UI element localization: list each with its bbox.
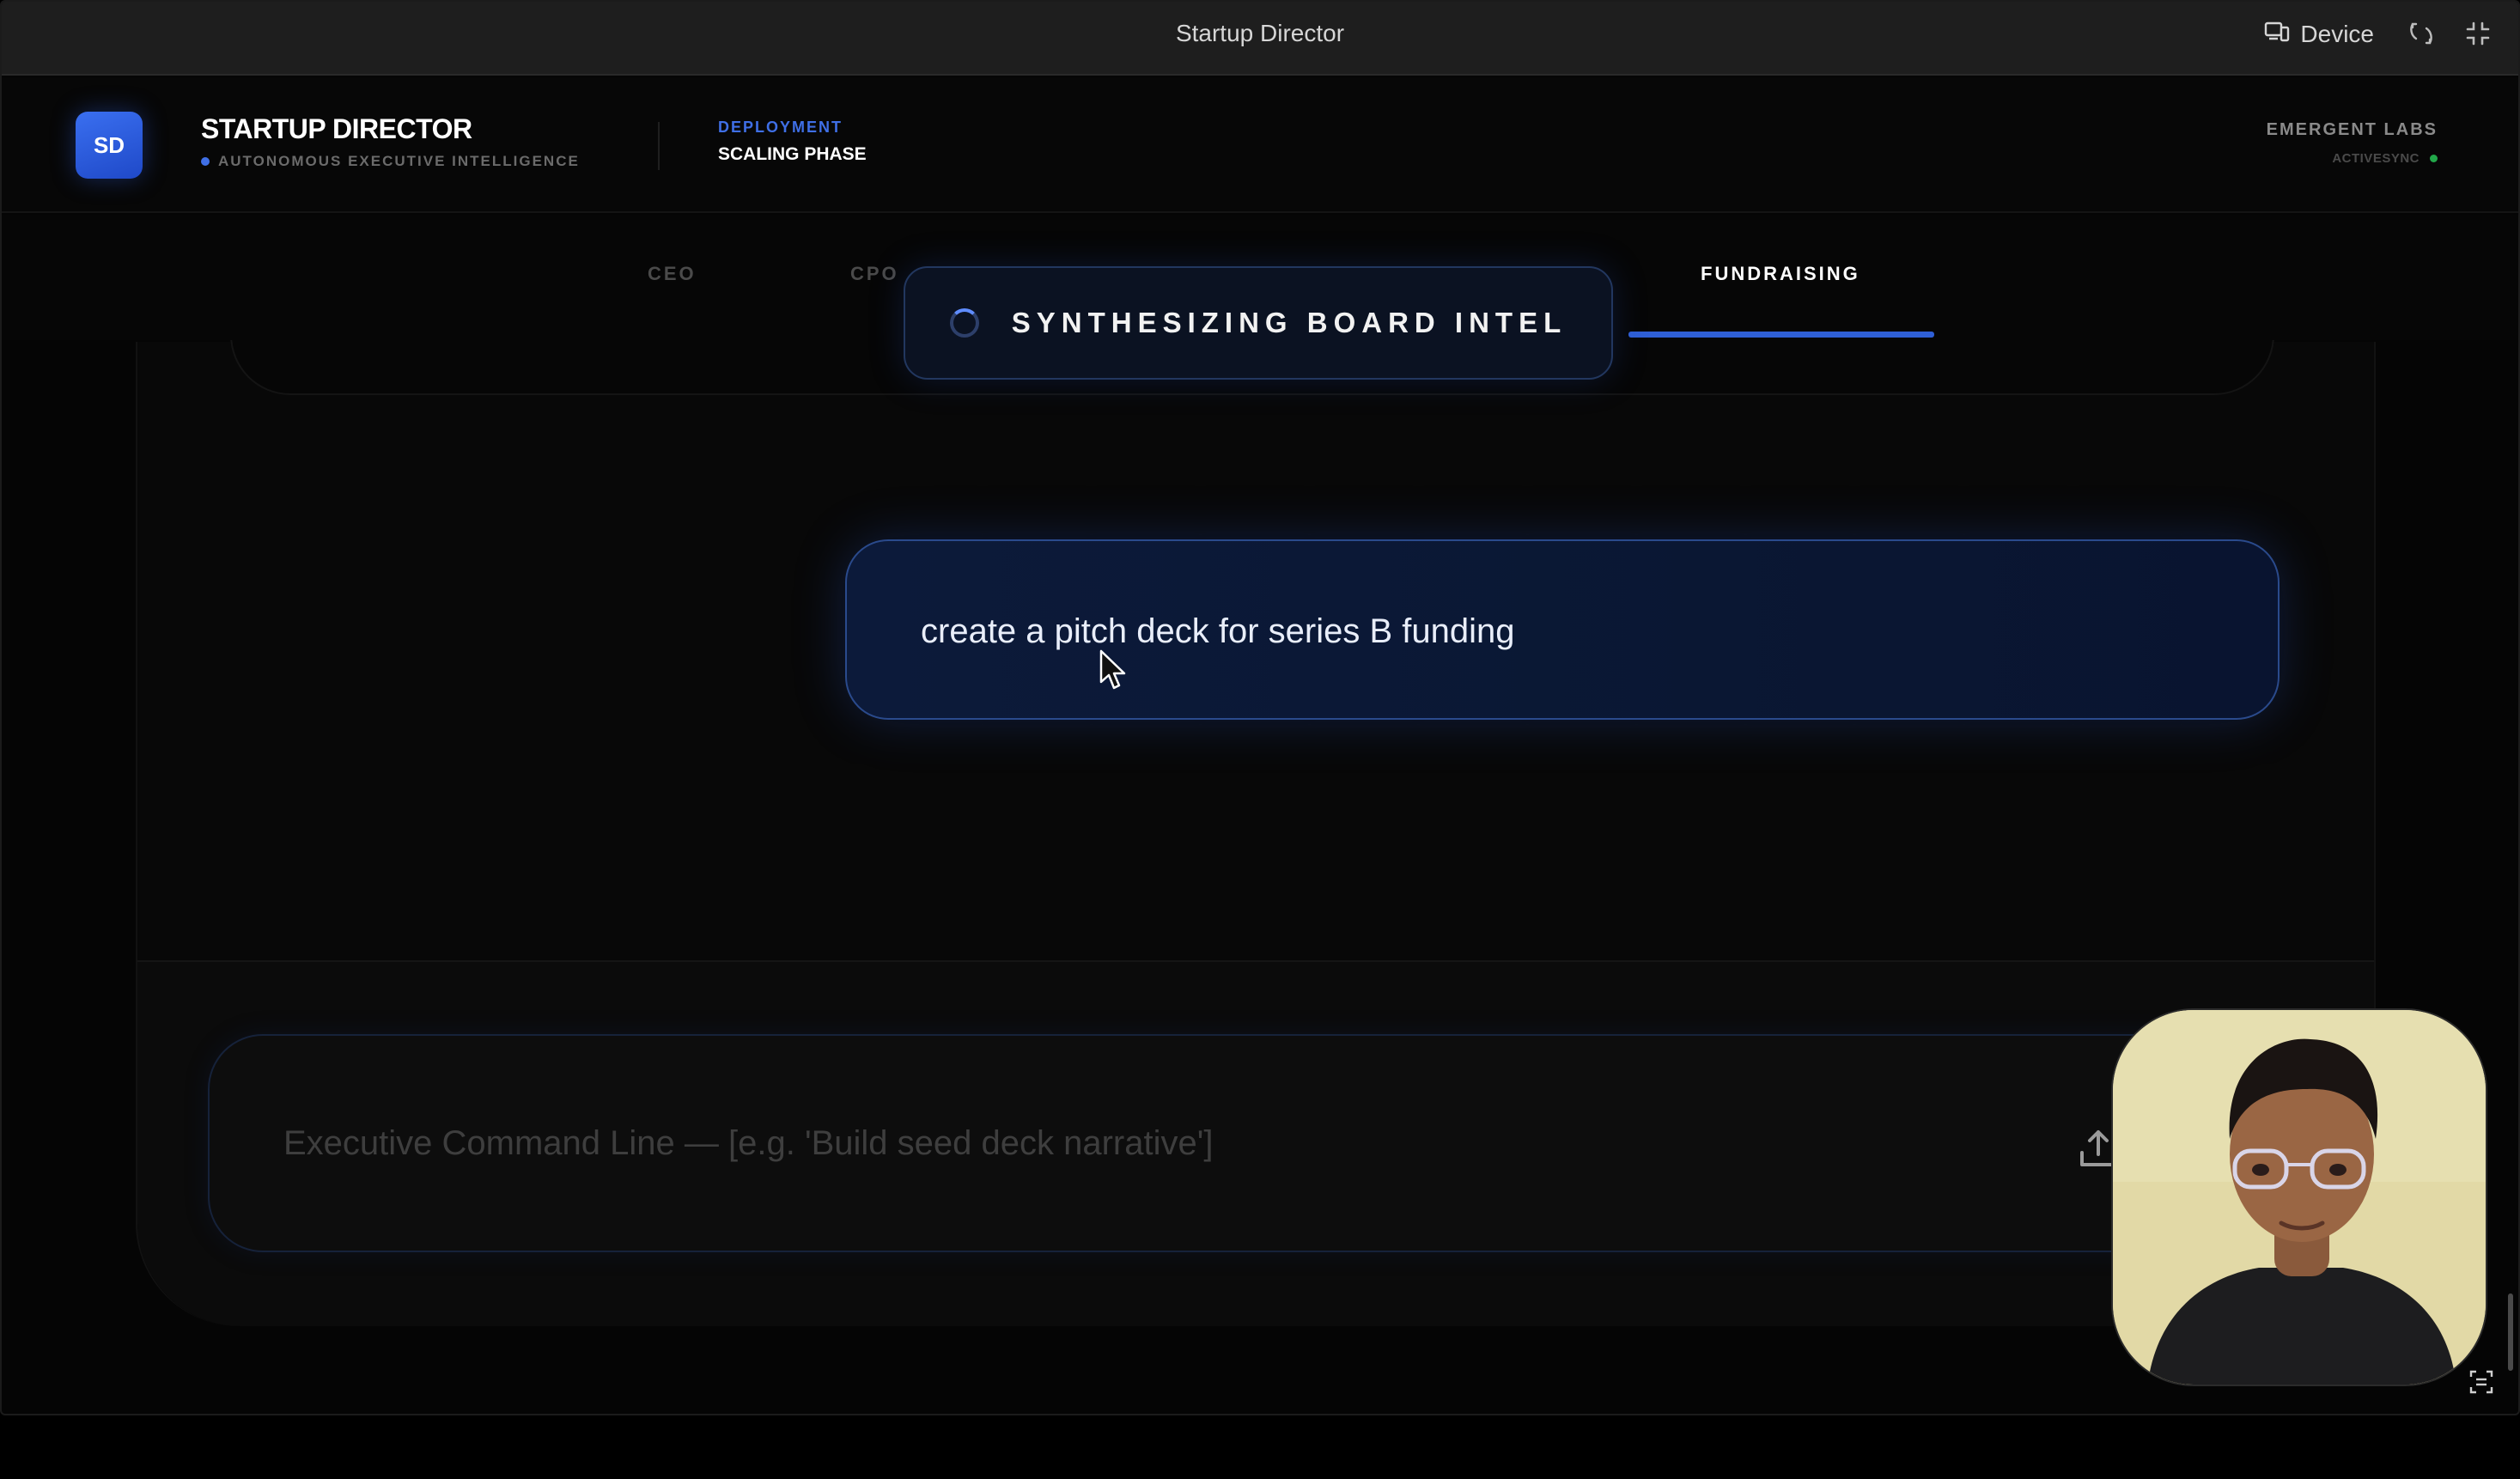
window-title: Startup Director: [1175, 20, 1345, 46]
webcam-overlay[interactable]: [2111, 1008, 2487, 1386]
synthesizing-status: SYNTHESIZING BOARD INTEL: [904, 266, 1613, 380]
sync-status: ACTIVESYNC: [2332, 151, 2438, 166]
app-logo: SD: [76, 112, 143, 179]
fullscreen-icon[interactable]: [2463, 19, 2493, 48]
tab-ceo[interactable]: CEO: [648, 263, 697, 285]
active-tab-indicator: [1628, 332, 1934, 338]
user-message-text: create a pitch deck for series B funding: [921, 612, 1515, 650]
device-icon: [2264, 21, 2290, 49]
brand-subtitle: AUTONOMOUS EXECUTIVE INTELLIGENCE: [201, 153, 580, 170]
command-input[interactable]: [283, 1036, 2001, 1251]
spinner-icon: [949, 308, 979, 338]
device-label: Device: [2300, 21, 2374, 47]
user-message-bubble: create a pitch deck for series B funding: [845, 539, 2280, 720]
scrollbar-thumb[interactable]: [2508, 1293, 2513, 1371]
mouse-cursor-icon: [1099, 649, 1126, 690]
deployment-value: SCALING PHASE: [718, 144, 867, 164]
device-button[interactable]: Device: [2264, 17, 2374, 52]
command-input-box: [208, 1034, 2269, 1252]
brand-name: STARTUP DIRECTOR: [201, 113, 472, 144]
tab-cpo[interactable]: CPO: [850, 263, 899, 285]
brand-status-dot: [201, 157, 210, 166]
app-header: SD STARTUP DIRECTOR AUTONOMOUS EXECUTIVE…: [2, 77, 2518, 213]
header-divider: [658, 122, 660, 170]
brand-subtitle-text: AUTONOMOUS EXECUTIVE INTELLIGENCE: [218, 153, 580, 169]
window-titlebar: Startup Director Device: [2, 2, 2518, 76]
rotate-icon[interactable]: [2407, 19, 2436, 48]
deployment-label: DEPLOYMENT: [718, 119, 843, 136]
synthesizing-text: SYNTHESIZING BOARD INTEL: [1011, 307, 1567, 338]
screenshot-icon[interactable]: [2467, 1367, 2496, 1397]
sync-status-text: ACTIVESYNC: [2332, 151, 2420, 166]
tab-fundraising[interactable]: FUNDRAISING: [1701, 263, 1860, 285]
presenter-video: [2113, 1010, 2486, 1385]
org-name: EMERGENT LABS: [2266, 120, 2438, 139]
sync-status-dot: [2430, 155, 2438, 162]
